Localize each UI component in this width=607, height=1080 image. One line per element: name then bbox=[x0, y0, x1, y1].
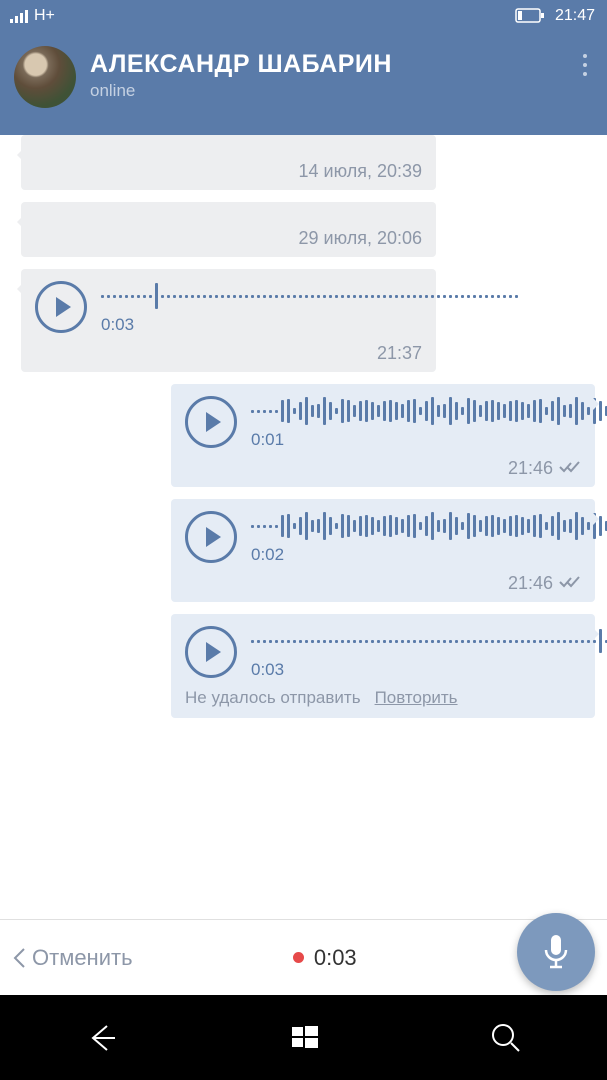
windows-icon[interactable] bbox=[290, 1023, 320, 1053]
play-icon bbox=[206, 412, 221, 432]
read-check-icon bbox=[559, 573, 581, 594]
play-button[interactable] bbox=[35, 281, 87, 333]
message-bubble[interactable]: 0:0321:37 bbox=[21, 269, 436, 372]
chevron-left-icon bbox=[12, 947, 26, 969]
record-elapsed: 0:03 bbox=[314, 945, 357, 971]
waveform[interactable] bbox=[251, 396, 607, 426]
play-button[interactable] bbox=[185, 511, 237, 563]
message-time: 21:46 bbox=[171, 456, 595, 487]
search-icon[interactable] bbox=[489, 1021, 523, 1055]
message-bubble[interactable]: 29 июля, 20:06 bbox=[21, 202, 436, 257]
play-icon bbox=[206, 527, 221, 547]
status-bar: H+ 21:47 bbox=[0, 0, 607, 32]
waveform[interactable] bbox=[251, 626, 607, 656]
message-bubble[interactable]: 0:0121:46 bbox=[171, 384, 595, 487]
record-bar: Отменить 0:03 bbox=[0, 919, 607, 995]
avatar[interactable] bbox=[14, 46, 76, 108]
date-separator: 14 июля, 20:39 bbox=[21, 161, 436, 190]
play-button[interactable] bbox=[185, 626, 237, 678]
mic-icon bbox=[541, 932, 571, 972]
battery-icon bbox=[515, 8, 545, 24]
more-icon[interactable] bbox=[577, 46, 593, 84]
message-bubble[interactable]: 0:03Не удалось отправитьПовторить bbox=[171, 614, 595, 718]
cancel-button[interactable]: Отменить bbox=[12, 945, 133, 971]
play-button[interactable] bbox=[185, 396, 237, 448]
play-icon bbox=[56, 297, 71, 317]
message-bubble[interactable]: 0:0221:46 bbox=[171, 499, 595, 602]
signal-icon bbox=[10, 9, 28, 23]
send-failed-label: Не удалось отправить bbox=[185, 688, 361, 708]
voice-duration: 0:03 bbox=[101, 315, 518, 335]
voice-duration: 0:01 bbox=[251, 430, 607, 450]
contact-name: АЛЕКСАНДР ШАБАРИН bbox=[90, 50, 563, 79]
waveform[interactable] bbox=[101, 281, 518, 311]
record-indicator-icon bbox=[293, 952, 304, 963]
back-icon[interactable] bbox=[85, 1020, 121, 1056]
chat-scroll[interactable]: 14 июля, 20:3929 июля, 20:060:0321:370:0… bbox=[0, 135, 607, 920]
clock: 21:47 bbox=[555, 7, 595, 25]
contact-status: online bbox=[90, 81, 563, 101]
message-bubble[interactable]: 14 июля, 20:39 bbox=[21, 135, 436, 190]
message-time: 21:46 bbox=[171, 571, 595, 602]
date-separator: 29 июля, 20:06 bbox=[21, 228, 436, 257]
chat-header[interactable]: АЛЕКСАНДР ШАБАРИН online bbox=[0, 32, 607, 135]
retry-button[interactable]: Повторить bbox=[375, 688, 458, 708]
voice-duration: 0:02 bbox=[251, 545, 607, 565]
mic-button[interactable] bbox=[517, 913, 595, 991]
network-label: H+ bbox=[34, 7, 55, 25]
voice-duration: 0:03 bbox=[251, 660, 607, 680]
play-icon bbox=[206, 642, 221, 662]
message-time: 21:37 bbox=[21, 341, 436, 372]
nav-bar bbox=[0, 995, 607, 1080]
read-check-icon bbox=[559, 458, 581, 479]
cancel-label: Отменить bbox=[32, 945, 133, 971]
waveform[interactable] bbox=[251, 511, 607, 541]
